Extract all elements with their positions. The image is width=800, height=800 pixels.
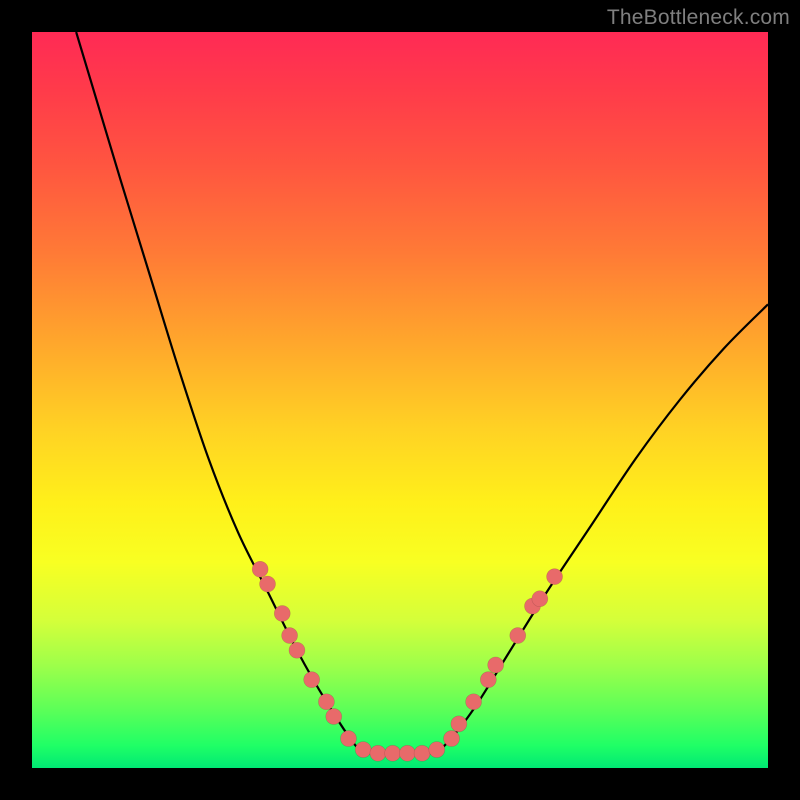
data-points: [252, 561, 562, 761]
plot-area: [32, 32, 768, 768]
bottleneck-curve: [76, 32, 768, 754]
data-point: [414, 745, 430, 761]
data-point: [532, 591, 548, 607]
curve-svg: [32, 32, 768, 768]
data-point: [340, 731, 356, 747]
chart-frame: TheBottleneck.com: [0, 0, 800, 800]
data-point: [318, 694, 334, 710]
data-point: [429, 742, 445, 758]
data-point: [326, 708, 342, 724]
data-point: [444, 731, 460, 747]
data-point: [274, 605, 290, 621]
data-point: [510, 628, 526, 644]
data-point: [480, 672, 496, 688]
data-point: [385, 745, 401, 761]
data-point: [370, 745, 386, 761]
data-point: [466, 694, 482, 710]
watermark-text: TheBottleneck.com: [607, 6, 790, 30]
data-point: [289, 642, 305, 658]
data-point: [488, 657, 504, 673]
data-point: [304, 672, 320, 688]
data-point: [252, 561, 268, 577]
data-point: [399, 745, 415, 761]
data-point: [355, 742, 371, 758]
data-point: [282, 628, 298, 644]
data-point: [260, 576, 276, 592]
data-point: [451, 716, 467, 732]
data-point: [547, 569, 563, 585]
